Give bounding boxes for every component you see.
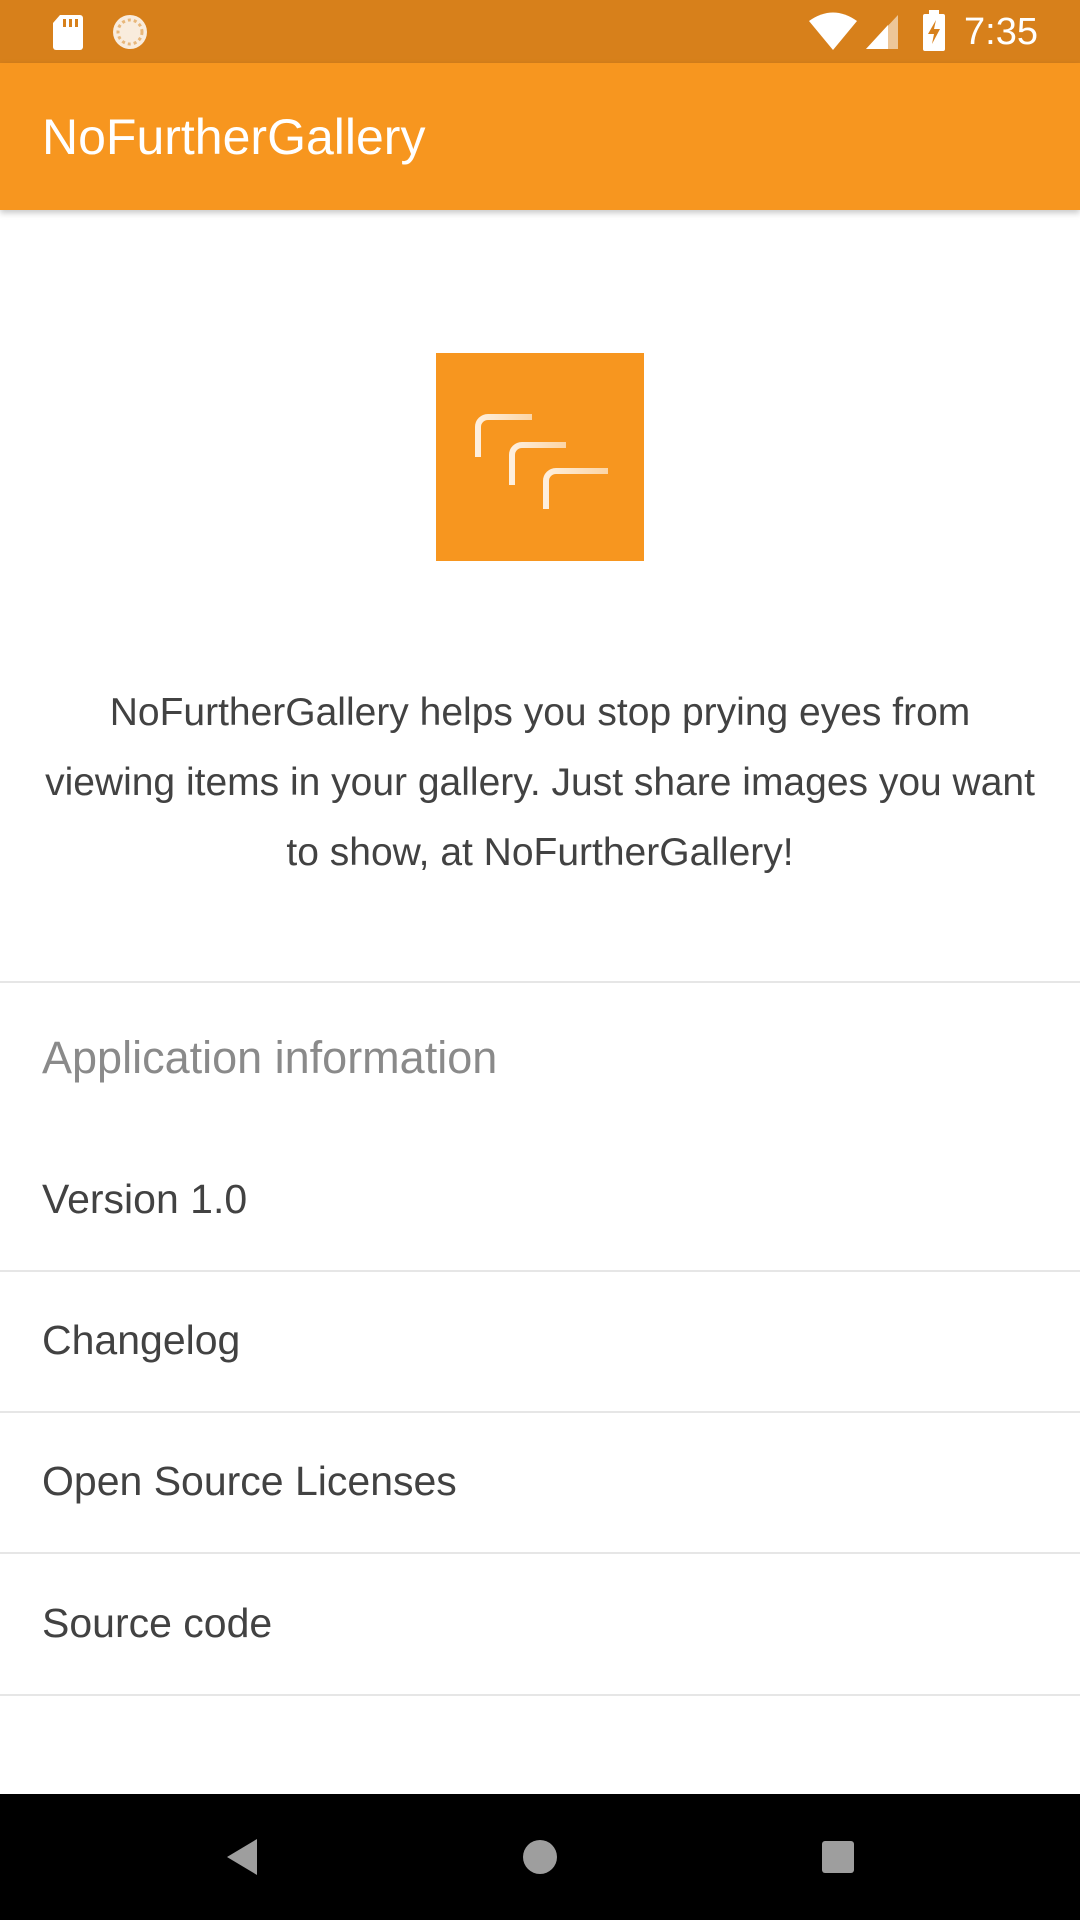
app-title: NoFurtherGallery <box>42 109 426 165</box>
status-clock: 7:35 <box>964 11 1038 53</box>
back-icon[interactable] <box>211 1827 271 1887</box>
list-item-source-code[interactable]: Source code <box>0 1555 1080 1696</box>
changelog-label: Changelog <box>42 1317 241 1363</box>
sync-icon <box>113 15 147 49</box>
status-bar: 7:35 <box>0 0 1080 63</box>
section-divider <box>0 981 1080 983</box>
app-description: NoFurtherGallery helps you stop prying e… <box>45 691 1035 874</box>
home-icon[interactable] <box>510 1827 570 1887</box>
wifi-icon <box>809 12 857 50</box>
navigation-bar <box>0 1794 1080 1920</box>
battery-charging-icon <box>923 10 945 51</box>
version-label: Version 1.0 <box>42 1176 248 1222</box>
about-screen: 7:35 NoFurtherGallery NoFurtherGallery h… <box>0 0 1080 1920</box>
sd-card-icon <box>53 15 83 50</box>
recents-icon[interactable] <box>808 1827 868 1887</box>
open-source-licenses-label: Open Source Licenses <box>42 1458 457 1504</box>
app-bar: NoFurtherGallery <box>0 63 1080 210</box>
list-item-version[interactable]: Version 1.0 <box>0 1131 1080 1272</box>
signal-icon <box>866 15 898 49</box>
stacked-windows-icon <box>475 414 608 509</box>
list-item-changelog[interactable]: Changelog <box>0 1272 1080 1413</box>
section-header-application-information: Application information <box>42 1032 498 1083</box>
app-logo <box>436 353 644 561</box>
source-code-label: Source code <box>42 1600 273 1646</box>
list-item-open-source-licenses[interactable]: Open Source Licenses <box>0 1413 1080 1554</box>
